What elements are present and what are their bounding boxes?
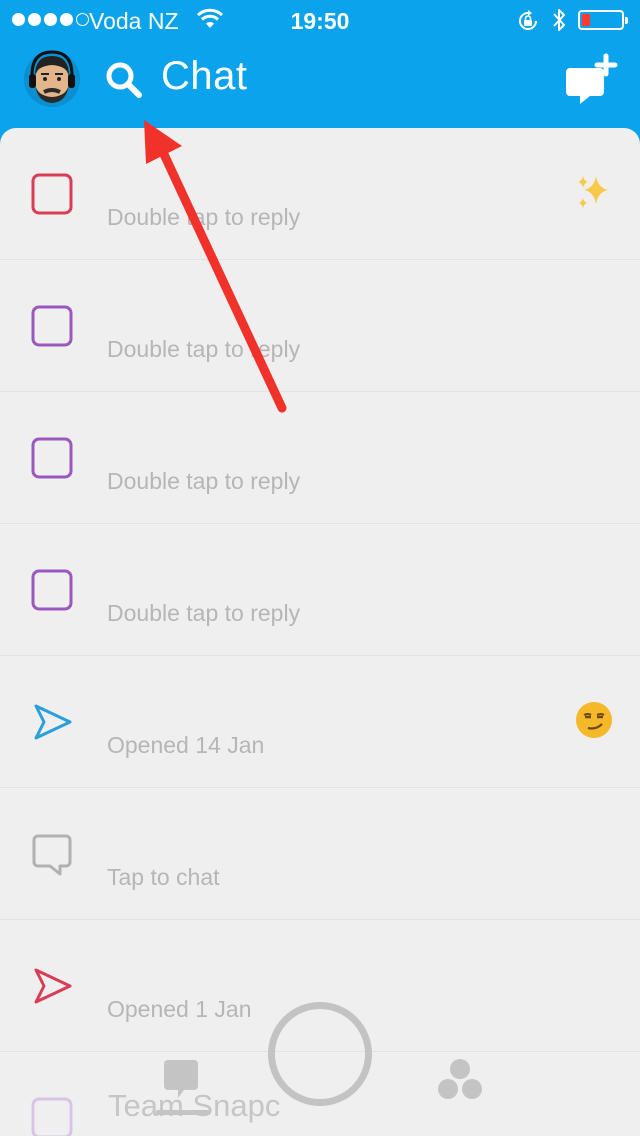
sent-arrow-icon	[34, 704, 72, 740]
bottom-nav	[0, 990, 640, 1136]
header: Chat	[0, 40, 640, 130]
chat-row[interactable]: Tap to chat	[0, 788, 640, 920]
chat-status: Double tap to reply	[107, 468, 301, 494]
sparkles-emoji	[578, 176, 608, 208]
chat-status: Opened 14 Jan	[107, 732, 265, 758]
unread-snap-square-icon	[31, 437, 73, 479]
status-time: 19:50	[290, 8, 350, 34]
chat-row[interactable]: Double tap to reply	[0, 260, 640, 392]
chat-row[interactable]: Double tap to reply	[0, 128, 640, 260]
chat-row[interactable]: Opened 14 Jan	[0, 656, 640, 788]
status-bar: Voda NZ 19:50	[0, 0, 640, 40]
chat-tab-icon[interactable]	[156, 1056, 210, 1118]
capture-button[interactable]	[268, 1002, 372, 1106]
chat-status: Double tap to reply	[107, 204, 301, 230]
bitmoji-avatar[interactable]	[23, 50, 81, 108]
chat-bubble-icon	[32, 834, 72, 876]
chat-status: Tap to chat	[107, 864, 220, 890]
orientation-lock-icon	[519, 10, 537, 30]
chat-status: Double tap to reply	[107, 600, 301, 626]
smirking-face-emoji	[576, 702, 612, 738]
unread-snap-square-icon	[31, 569, 73, 611]
new-chat-icon[interactable]	[560, 52, 620, 108]
page-title: Chat	[161, 54, 248, 98]
stories-tab-icon[interactable]	[437, 1058, 483, 1100]
search-icon[interactable]	[104, 60, 144, 100]
chat-row[interactable]: Double tap to reply	[0, 392, 640, 524]
chat-status: Double tap to reply	[107, 336, 301, 362]
bluetooth-icon	[553, 9, 565, 31]
chat-row[interactable]: Double tap to reply	[0, 524, 640, 656]
unread-snap-square-icon	[31, 305, 73, 347]
battery-icon	[578, 10, 628, 30]
chat-list: Double tap to reply Double tap to reply …	[0, 128, 640, 1136]
unread-snap-square-icon	[31, 173, 73, 215]
